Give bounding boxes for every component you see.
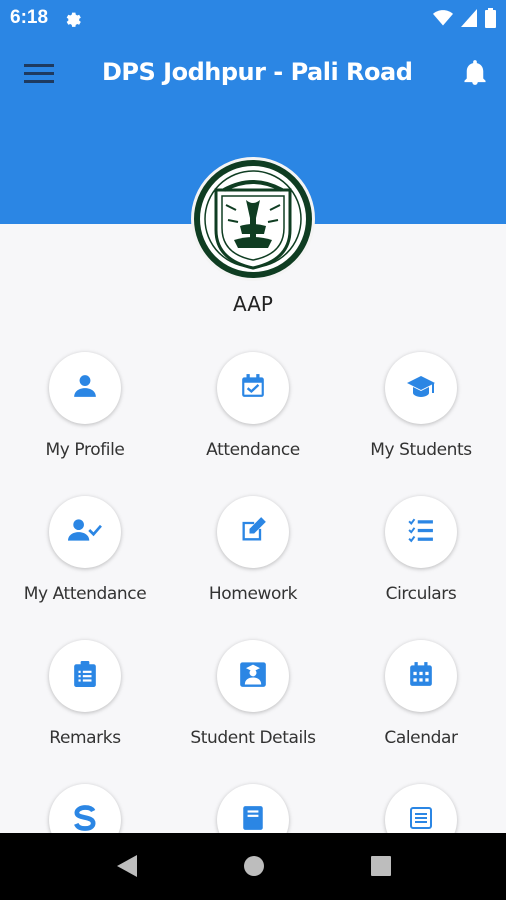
list-document-icon [409,806,433,835]
menu-student-details[interactable]: Student Details [169,640,337,770]
menu-my-profile[interactable]: My Profile [1,352,169,482]
menu-label: Calendar [384,728,458,748]
status-time: 6:18 [10,7,49,28]
recents-icon[interactable] [369,853,393,884]
hamburger-menu-icon[interactable] [24,62,54,91]
menu-label: Student Details [190,728,316,748]
status-bar: 6:18 [0,0,506,36]
menu-label: Attendance [206,440,300,460]
menu-label: My Attendance [23,584,147,604]
student-icon [239,660,267,693]
menu-label: My Profile [45,440,125,460]
menu-label: Remarks [49,728,121,748]
signal-icon [461,9,477,32]
menu-homework[interactable]: Homework [169,496,337,626]
calendar-icon [408,661,434,692]
menu-label: Homework [208,584,298,604]
menu-circulars[interactable]: Circulars [337,496,505,626]
system-navigation-bar [0,833,506,900]
menu-remarks[interactable]: Remarks [1,640,169,770]
menu-my-students[interactable]: My Students [337,352,505,482]
book-icon [242,805,264,836]
edit-note-icon [239,516,267,549]
menu-attendance[interactable]: Attendance [169,352,337,482]
menu-calendar[interactable]: Calendar [337,640,505,770]
calendar-check-icon [240,373,266,404]
wifi-icon [433,9,453,32]
battery-icon [485,8,496,33]
menu-label: Circulars [385,584,457,604]
back-icon[interactable] [115,853,139,884]
person-icon [72,373,98,404]
app-title: DPS Jodhpur - Pali Road [102,58,413,86]
app-bar: DPS Jodhpur - Pali Road [0,36,506,116]
notification-bell-icon[interactable] [464,60,486,91]
dollar-icon [73,804,97,837]
organization-name: AAP [233,292,273,316]
person-check-icon [68,517,102,548]
menu-my-attendance[interactable]: My Attendance [1,496,169,626]
menu-label: My Students [370,440,472,460]
settings-status-icon [62,8,82,33]
home-icon[interactable] [242,853,266,884]
graduation-cap-icon [406,373,436,404]
school-logo [191,157,315,281]
clipboard-icon [74,660,96,692]
checklist-icon [408,517,434,548]
